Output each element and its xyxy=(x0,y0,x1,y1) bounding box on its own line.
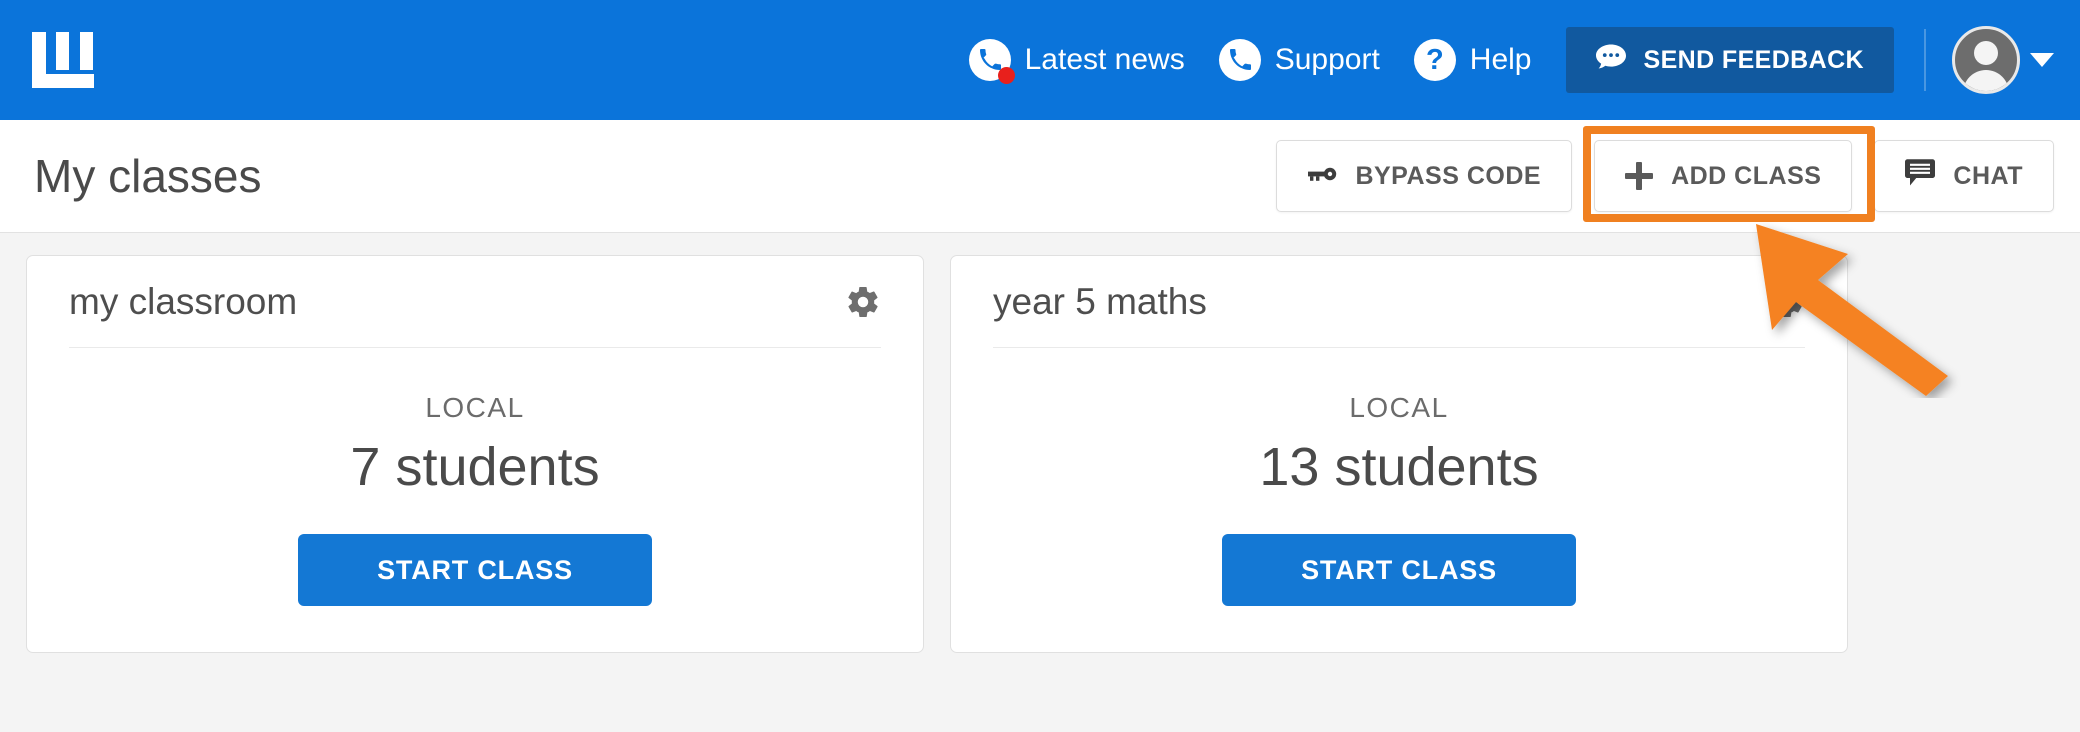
chat-bubble-icon xyxy=(1905,158,1936,194)
class-card-title: my classroom xyxy=(69,280,298,322)
class-student-count: 13 students xyxy=(1259,437,1539,497)
class-card-body: LOCAL 13 students START CLASS xyxy=(993,348,1805,652)
nav-item-help[interactable]: ? Help xyxy=(1413,39,1532,81)
top-header: Latest news Support ? Help SEND FEEDBACK xyxy=(0,0,2080,120)
gear-icon[interactable] xyxy=(1769,284,1805,320)
class-card-body: LOCAL 7 students START CLASS xyxy=(69,348,881,652)
phone-icon xyxy=(968,39,1015,84)
nav-item-help-label: Help xyxy=(1469,43,1532,76)
phone-icon xyxy=(1218,39,1261,81)
page-toolbar: My classes BYPASS CODE ADD CLASS CHAT xyxy=(0,120,2080,232)
send-feedback-button[interactable]: SEND FEEDBACK xyxy=(1565,27,1894,93)
send-feedback-label: SEND FEEDBACK xyxy=(1643,45,1864,74)
gear-icon[interactable] xyxy=(845,284,881,320)
nav-item-support[interactable]: Support xyxy=(1218,39,1380,81)
class-card[interactable]: my classroom LOCAL 7 students START CLAS… xyxy=(26,255,924,653)
class-student-count: 7 students xyxy=(350,437,600,497)
app-window: Latest news Support ? Help SEND FEEDBACK… xyxy=(0,0,2080,732)
key-icon xyxy=(1307,162,1337,191)
classes-grid: my classroom LOCAL 7 students START CLAS… xyxy=(0,232,2080,732)
lanschool-logo-icon xyxy=(32,32,94,88)
header-divider xyxy=(1924,29,1926,91)
nav-item-latest-news[interactable]: Latest news xyxy=(968,39,1185,84)
class-card-header: year 5 maths xyxy=(993,256,1805,348)
class-card-header: my classroom xyxy=(69,256,881,348)
class-card-title: year 5 maths xyxy=(993,280,1207,322)
chat-label: CHAT xyxy=(1953,161,2023,190)
nav-item-latest-news-label: Latest news xyxy=(1024,43,1185,76)
class-card[interactable]: year 5 maths LOCAL 13 students START CLA… xyxy=(950,255,1848,653)
notification-badge xyxy=(997,67,1015,84)
toolbar-actions: BYPASS CODE ADD CLASS CHAT xyxy=(1276,140,2054,212)
class-scope-label: LOCAL xyxy=(425,392,525,423)
bypass-code-label: BYPASS CODE xyxy=(1355,161,1542,190)
plus-icon xyxy=(1625,162,1654,190)
brand-logo[interactable] xyxy=(32,30,104,90)
chat-bubble-icon xyxy=(1595,44,1626,77)
add-class-label: ADD CLASS xyxy=(1671,161,1822,190)
start-class-button[interactable]: START CLASS xyxy=(1222,534,1576,606)
avatar-icon xyxy=(1952,26,2020,94)
account-menu[interactable] xyxy=(1952,26,2054,94)
header-nav: Latest news Support ? Help SEND FEEDBACK xyxy=(968,0,2080,120)
chevron-down-icon xyxy=(2030,53,2054,67)
nav-item-support-label: Support xyxy=(1274,43,1380,76)
add-class-button[interactable]: ADD CLASS xyxy=(1594,140,1853,212)
class-scope-label: LOCAL xyxy=(1349,392,1449,423)
chat-button[interactable]: CHAT xyxy=(1874,140,2054,212)
bypass-code-button[interactable]: BYPASS CODE xyxy=(1276,140,1573,212)
page-title: My classes xyxy=(34,150,262,202)
start-class-button[interactable]: START CLASS xyxy=(298,534,652,606)
question-mark-icon: ? xyxy=(1413,39,1456,81)
